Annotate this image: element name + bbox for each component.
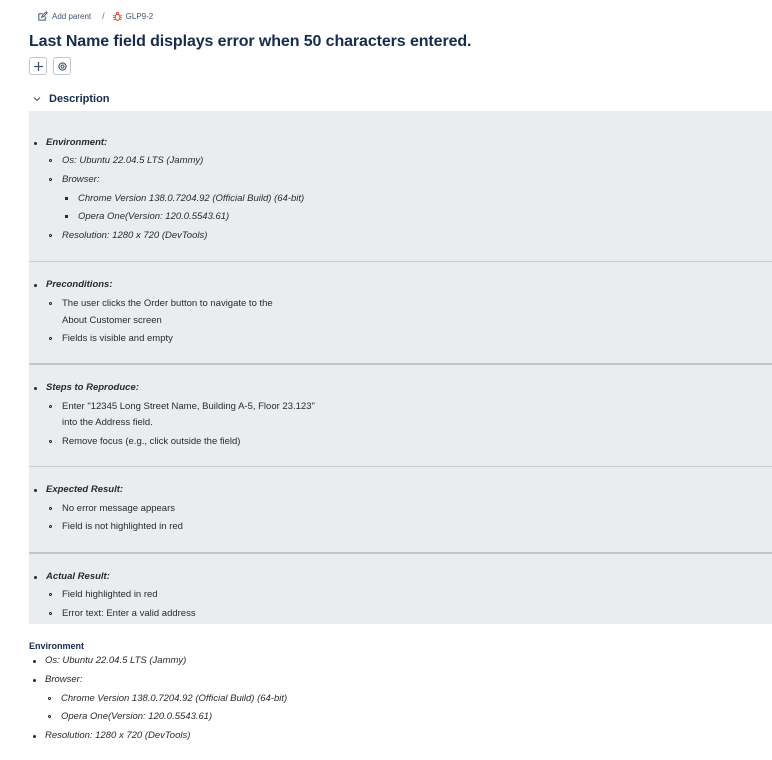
section-divider bbox=[29, 363, 772, 365]
bullet bbox=[33, 660, 36, 663]
bullet bbox=[34, 387, 37, 390]
breadcrumb: Add parent / GLP9-2 bbox=[37, 9, 153, 23]
bullet bbox=[33, 735, 36, 738]
env-os: Os: Ubuntu 22.04.5 LTS (Jammy) bbox=[62, 155, 204, 166]
edit-icon bbox=[37, 10, 48, 22]
actual-item1: Field highlighted in red bbox=[62, 589, 158, 600]
bullet bbox=[65, 215, 68, 218]
bullet bbox=[48, 715, 51, 718]
bullet bbox=[49, 178, 52, 181]
bullet bbox=[49, 440, 52, 443]
env2-opera: Opera One(Version: 120.0.5543.61) bbox=[61, 711, 213, 722]
expected-heading: Expected Result: bbox=[46, 484, 124, 495]
chevron-down-icon bbox=[33, 95, 41, 103]
steps-item1-line2: into the Address field. bbox=[62, 417, 153, 428]
add-button[interactable] bbox=[29, 57, 47, 75]
steps-heading: Steps to Reproduce: bbox=[46, 382, 139, 393]
bullet bbox=[34, 576, 37, 579]
bullet bbox=[49, 525, 52, 528]
bullet bbox=[49, 507, 52, 510]
env2-os: Os: Ubuntu 22.04.5 LTS (Jammy) bbox=[45, 655, 187, 666]
bullet bbox=[49, 405, 52, 408]
apps-button[interactable] bbox=[53, 57, 71, 75]
preconditions-heading: Preconditions: bbox=[46, 279, 113, 290]
bullet bbox=[48, 697, 51, 700]
bullet bbox=[49, 593, 52, 596]
actual-heading: Actual Result: bbox=[46, 571, 110, 582]
bullet bbox=[49, 302, 52, 305]
expected-item1: No error message appears bbox=[62, 503, 175, 514]
env2-browser: Browser: bbox=[45, 674, 83, 685]
bullet bbox=[49, 612, 52, 615]
environment-heading: Environment: bbox=[46, 137, 108, 148]
issue-key-link[interactable]: GLP9-2 bbox=[112, 11, 154, 22]
description-panel[interactable]: Environment: Os: Ubuntu 22.04.5 LTS (Jam… bbox=[29, 111, 772, 624]
gear-icon bbox=[57, 61, 68, 72]
issue-actions bbox=[29, 57, 71, 75]
issue-title[interactable]: Last Name field displays error when 50 c… bbox=[29, 33, 471, 51]
bullet bbox=[49, 337, 52, 340]
pre-item1-line1: The user clicks the Order button to navi… bbox=[62, 298, 273, 309]
section-divider bbox=[29, 552, 772, 554]
bullet bbox=[34, 489, 37, 492]
add-parent-button[interactable]: Add parent bbox=[37, 10, 92, 22]
environment-title: Environment bbox=[29, 641, 85, 651]
section-divider bbox=[29, 261, 772, 262]
description-toggle[interactable]: Description bbox=[33, 93, 110, 105]
bullet bbox=[49, 234, 52, 237]
bullet bbox=[34, 284, 37, 287]
bullet bbox=[65, 197, 68, 200]
env2-chrome: Chrome Version 138.0.7204.92 (Official B… bbox=[61, 693, 288, 704]
steps-item2: Remove focus (e.g., click outside the fi… bbox=[62, 436, 241, 447]
section-divider bbox=[29, 466, 772, 467]
env-browser: Browser: bbox=[62, 174, 100, 185]
pre-item1-line2: About Customer screen bbox=[62, 315, 162, 326]
expected-item2: Field is not highlighted in red bbox=[62, 521, 183, 532]
bullet bbox=[33, 679, 36, 682]
breadcrumb-separator: / bbox=[102, 11, 105, 21]
actual-item2: Error text: Enter a valid address bbox=[62, 608, 196, 619]
env-resolution: Resolution: 1280 x 720 (DevTools) bbox=[62, 230, 208, 241]
bullet bbox=[34, 142, 37, 145]
bullet bbox=[49, 159, 52, 162]
env-chrome: Chrome Version 138.0.7204.92 (Official B… bbox=[78, 193, 305, 204]
plus-icon bbox=[33, 61, 44, 72]
description-label: Description bbox=[49, 93, 110, 105]
env-opera: Opera One(Version: 120.0.5543.61) bbox=[78, 211, 230, 222]
pre-item2: Fields is visible and empty bbox=[62, 333, 173, 344]
steps-item1-line1: Enter "12345 Long Street Name, Building … bbox=[62, 401, 315, 412]
add-parent-label: Add parent bbox=[52, 11, 92, 21]
issue-key: GLP9-2 bbox=[125, 11, 154, 21]
bug-icon bbox=[112, 11, 123, 22]
env2-resolution: Resolution: 1280 x 720 (DevTools) bbox=[45, 730, 191, 741]
